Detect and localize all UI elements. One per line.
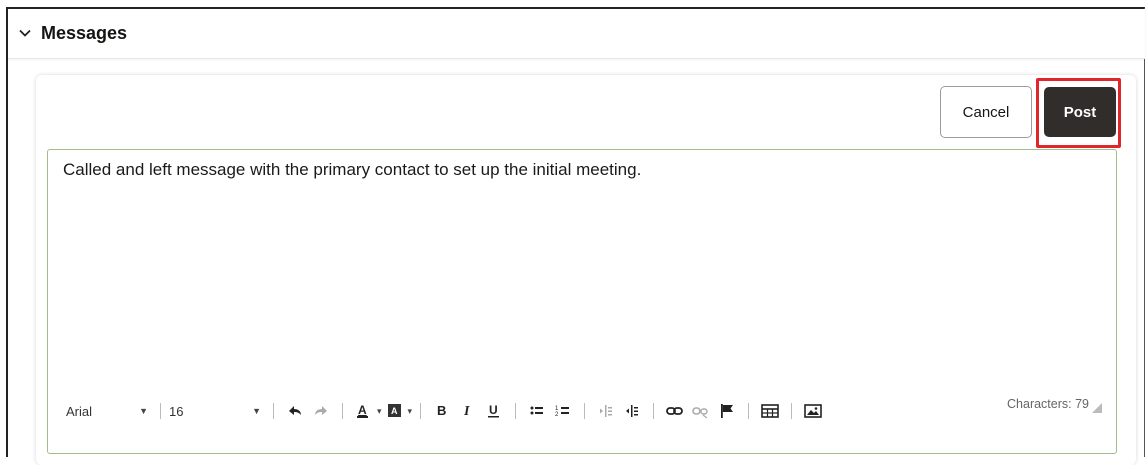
unlink-icon[interactable]	[690, 400, 712, 422]
link-icon[interactable]	[664, 400, 686, 422]
image-icon[interactable]	[802, 400, 824, 422]
toolbar-divider	[342, 403, 343, 419]
redo-icon[interactable]	[310, 400, 332, 422]
messages-section-header[interactable]: Messages	[8, 9, 1145, 59]
font-size-value: 16	[169, 403, 184, 419]
caret-down-icon: ▼	[252, 406, 261, 416]
message-composer: Cancel Post Called and left message with…	[36, 75, 1136, 465]
message-text[interactable]: Called and left message with the primary…	[63, 160, 641, 180]
svg-text:U: U	[489, 403, 498, 417]
toolbar-divider	[584, 403, 586, 419]
italic-icon[interactable]: I	[457, 400, 479, 422]
editor-toolbar: Arial ▼ 16 ▼ A ▾ A ▾ B I U 1 2	[66, 400, 826, 422]
chevron-down-icon[interactable]	[18, 26, 32, 40]
underline-icon[interactable]: U	[483, 400, 505, 422]
messages-panel: Messages Cancel Post Called and left mes…	[6, 7, 1145, 465]
svg-text:B: B	[437, 403, 446, 418]
section-title: Messages	[41, 23, 128, 43]
text-color-icon[interactable]: A	[353, 400, 375, 422]
svg-text:A: A	[391, 406, 398, 416]
toolbar-divider	[748, 403, 750, 419]
undo-icon[interactable]	[284, 400, 306, 422]
caret-down-icon: ▼	[139, 406, 148, 416]
toolbar-divider	[420, 403, 422, 419]
flag-icon[interactable]	[716, 400, 738, 422]
svg-text:A: A	[358, 403, 367, 417]
svg-text:2: 2	[555, 412, 559, 418]
toolbar-divider	[653, 403, 655, 419]
font-family-value: Arial	[66, 403, 93, 419]
indent-icon[interactable]	[621, 400, 643, 422]
numbered-list-icon[interactable]: 12	[552, 400, 574, 422]
resize-handle-icon[interactable]	[1092, 403, 1102, 413]
toolbar-divider	[515, 403, 517, 419]
toolbar-divider	[160, 403, 161, 419]
cancel-button[interactable]: Cancel	[940, 86, 1032, 138]
toolbar-divider	[791, 403, 793, 419]
character-counter: Characters: 79	[1007, 395, 1102, 413]
message-editor[interactable]: Called and left message with the primary…	[47, 149, 1117, 454]
font-size-select[interactable]: 16 ▼	[169, 400, 265, 422]
table-icon[interactable]	[759, 400, 781, 422]
caret-down-icon[interactable]: ▾	[408, 406, 413, 417]
bulleted-list-icon[interactable]	[526, 400, 548, 422]
background-color-icon[interactable]: A	[384, 400, 406, 422]
character-count: Characters: 79	[1007, 397, 1089, 411]
caret-down-icon[interactable]: ▾	[377, 406, 382, 417]
font-family-select[interactable]: Arial ▼	[66, 400, 152, 422]
toolbar-divider	[273, 403, 274, 419]
bold-icon[interactable]: B	[431, 400, 453, 422]
post-button[interactable]: Post	[1044, 87, 1116, 137]
svg-text:I: I	[463, 404, 470, 419]
outdent-icon[interactable]	[595, 400, 617, 422]
